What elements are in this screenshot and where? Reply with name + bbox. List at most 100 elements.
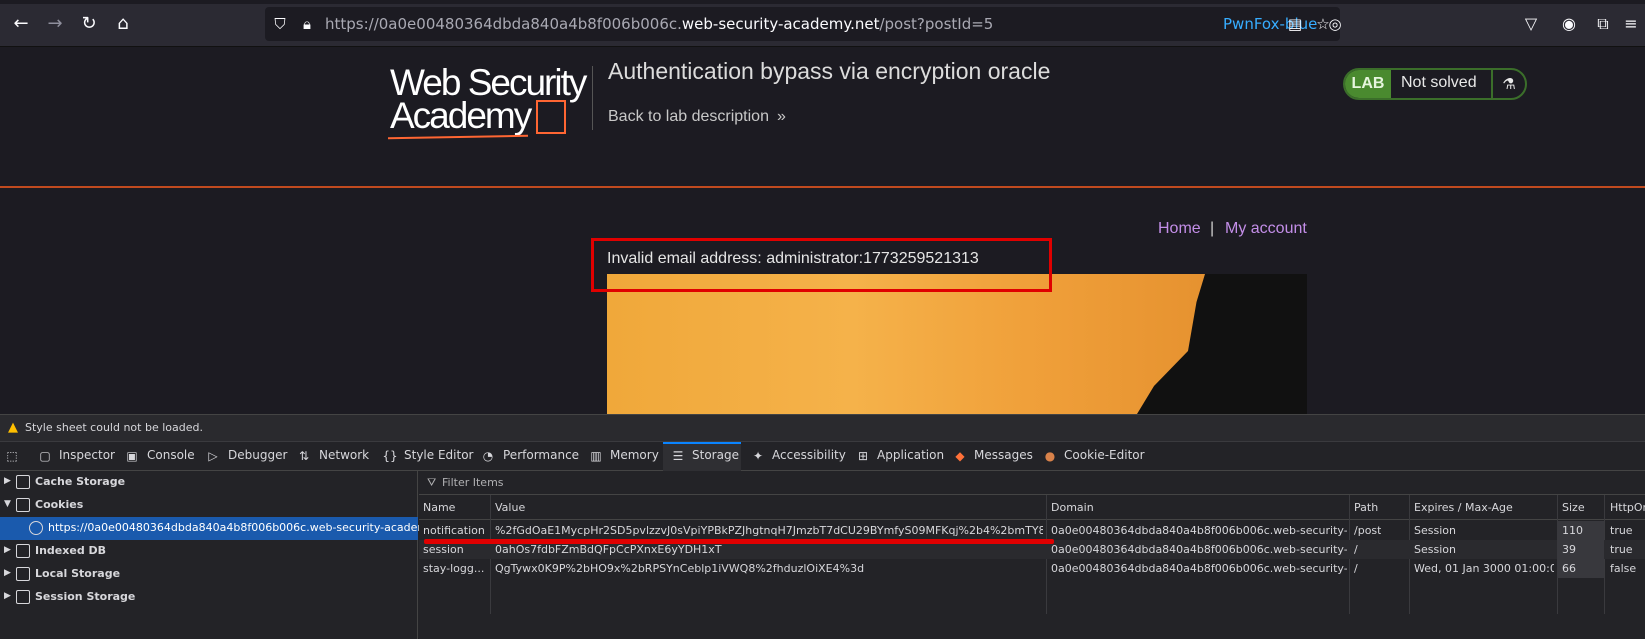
extensions-icon[interactable]: ⧉ <box>1590 11 1616 37</box>
lab-badge: LAB <box>1345 70 1391 98</box>
devtools-tabbar: ⬚ ▢ Inspector ▣ Console ▷ Debugger ⇅ Net… <box>0 442 1645 471</box>
highlight-underline <box>424 539 1054 544</box>
status-separator <box>1491 70 1493 98</box>
lab-status-text: Not solved <box>1401 74 1477 91</box>
tab-messages[interactable]: Messages <box>974 448 1033 462</box>
storage-tree: ▶ Cache Storage ▼ Cookies https://0a0e00… <box>0 471 455 639</box>
highlight-box <box>591 238 1052 292</box>
element-picker-icon[interactable]: ⬚ <box>4 448 20 464</box>
column-header-size[interactable]: Size <box>1562 501 1585 514</box>
column-header-path[interactable]: Path <box>1354 501 1378 514</box>
storage-icon: ☰ <box>672 449 684 463</box>
tab-storage[interactable]: Storage <box>692 448 739 462</box>
pocket-icon[interactable]: ▽ <box>1518 11 1544 37</box>
flask-icon: ⚗ <box>1502 75 1516 93</box>
home-icon[interactable]: ⌂ <box>110 11 136 37</box>
lab-title: Authentication bypass via encryption ora… <box>608 58 1051 84</box>
tab-performance[interactable]: Performance <box>503 448 579 462</box>
column-header-name[interactable]: Name <box>423 501 455 514</box>
tree-item-local-storage[interactable]: ▶ Local Storage <box>0 563 418 586</box>
tree-label: Indexed DB <box>35 544 107 557</box>
lab-status-widget: LAB Not solved ⚗ <box>1343 68 1527 100</box>
chevron-right-icon: » <box>776 108 786 125</box>
tab-memory[interactable]: Memory <box>610 448 659 462</box>
header-divider <box>592 66 593 130</box>
debugger-icon: ▷ <box>208 449 218 463</box>
application-icon: ⊞ <box>857 449 869 463</box>
url-host: web-security-academy.net <box>681 15 880 33</box>
fox-icon: ◆ <box>955 449 965 463</box>
tab-debugger[interactable]: Debugger <box>228 448 287 462</box>
collapse-arrow-icon[interactable]: ▼ <box>4 499 11 509</box>
url-prefix: https://0a0e00480364dbda840a4b8f006b006c… <box>325 15 682 33</box>
performance-icon: ◔ <box>482 449 494 463</box>
warning-icon: ▲ <box>8 420 18 435</box>
table-row[interactable]: notification %2fGdOaE1MycpHr2SD5pvlzzvJ0… <box>419 521 1645 540</box>
expand-arrow-icon[interactable]: ▶ <box>4 568 11 578</box>
tree-item-cookies[interactable]: ▼ Cookies <box>0 494 418 517</box>
expand-arrow-icon[interactable]: ▶ <box>4 476 11 486</box>
menu-icon[interactable]: ≡ <box>1618 11 1644 37</box>
tab-accessibility[interactable]: Accessibility <box>772 448 846 462</box>
reader-view-icon[interactable]: ▤ <box>1285 14 1305 34</box>
cell-domain: 0a0e00480364dbda840a4b8f006b006c.web-sec… <box>1051 524 1347 537</box>
tab-console[interactable]: Console <box>147 448 195 462</box>
forward-icon[interactable]: → <box>42 11 68 37</box>
lock-icon[interactable]: 🔒︎ <box>297 14 317 34</box>
cell-value: 0ahOs7fdbFZmBdQFpCcPXnxE6yYDH1xT <box>495 543 722 556</box>
style-editor-icon: {} <box>382 449 398 463</box>
tree-item-indexed-db[interactable]: ▶ Indexed DB <box>0 540 418 563</box>
tab-cookie-editor[interactable]: Cookie-Editor <box>1064 448 1145 462</box>
reload-icon[interactable]: ↻ <box>76 11 102 37</box>
shield-icon[interactable]: ⛉ <box>270 14 290 34</box>
url-text[interactable]: https://0a0e00480364dbda840a4b8f006b006c… <box>325 15 993 33</box>
column-header-httponly[interactable]: HttpOnly <box>1610 501 1645 514</box>
expand-arrow-icon[interactable]: ▶ <box>4 545 11 555</box>
climber-silhouette <box>1137 274 1307 414</box>
academy-logo[interactable]: Web Security Academy <box>387 64 587 140</box>
cell-size: 66 <box>1562 562 1576 575</box>
storage-db-icon <box>16 544 30 558</box>
tree-item-cookie-origin[interactable]: https://0a0e00480364dbda840a4b8f006b006c… <box>0 517 455 540</box>
cell-path: / <box>1354 562 1358 575</box>
url-bar[interactable]: ⛉ 🔒︎ https://0a0e00480364dbda840a4b8f006… <box>265 7 1342 41</box>
tree-item-session-storage[interactable]: ▶ Session Storage <box>0 586 418 609</box>
filter-input[interactable]: Filter Items <box>442 476 504 489</box>
console-icon: ▣ <box>126 449 138 463</box>
filter-bar[interactable]: ⛛ Filter Items <box>419 471 1645 495</box>
tab-application[interactable]: Application <box>877 448 944 462</box>
inspector-icon: ▢ <box>39 449 51 463</box>
nav-home-link[interactable]: Home <box>1158 220 1201 238</box>
expand-arrow-icon[interactable]: ▶ <box>4 591 11 601</box>
tree-label: https://0a0e00480364dbda840a4b8f006b006c… <box>48 521 455 534</box>
url-path: /post?postId=5 <box>879 15 994 33</box>
memory-icon: ▥ <box>590 449 602 463</box>
globe-icon <box>29 521 43 535</box>
devtools-panel: ▲ Style sheet could not be loaded. ⬚ ▢ I… <box>0 414 1645 639</box>
nav-my-account-link[interactable]: My account <box>1225 220 1307 238</box>
table-row[interactable]: stay-logg... QgTywx0K9P%2bHO9x%2bRPSYnCe… <box>419 559 1645 578</box>
cell-expires: Session <box>1414 543 1456 556</box>
bookmark-star-icon[interactable]: ☆ <box>1313 14 1333 34</box>
post-image <box>607 274 1307 414</box>
cell-httponly: true <box>1610 543 1633 556</box>
column-header-domain[interactable]: Domain <box>1051 501 1094 514</box>
storage-db-icon <box>16 567 30 581</box>
tree-item-cache-storage[interactable]: ▶ Cache Storage <box>0 471 418 494</box>
cell-path: /post <box>1354 524 1382 537</box>
back-icon[interactable]: ← <box>8 11 34 37</box>
account-icon[interactable]: ◉ <box>1556 11 1582 37</box>
nav-separator: | <box>1210 220 1215 237</box>
tree-label: Cache Storage <box>35 475 126 488</box>
cell-expires: Wed, 01 Jan 3000 01:00:0... <box>1414 562 1554 575</box>
tab-network[interactable]: Network <box>319 448 369 462</box>
tab-style-editor[interactable]: Style Editor <box>404 448 473 462</box>
tab-inspector[interactable]: Inspector <box>59 448 115 462</box>
back-to-lab-link[interactable]: Back to lab description » <box>608 108 786 126</box>
column-header-value[interactable]: Value <box>495 501 525 514</box>
cell-httponly: true <box>1610 524 1633 537</box>
column-header-expires[interactable]: Expires / Max-Age <box>1414 501 1513 514</box>
browser-toolbar: ← → ↻ ⌂ ⛉ 🔒︎ https://0a0e00480364dbda840… <box>0 0 1645 47</box>
cell-expires: Session <box>1414 524 1456 537</box>
cell-name: session <box>423 543 464 556</box>
